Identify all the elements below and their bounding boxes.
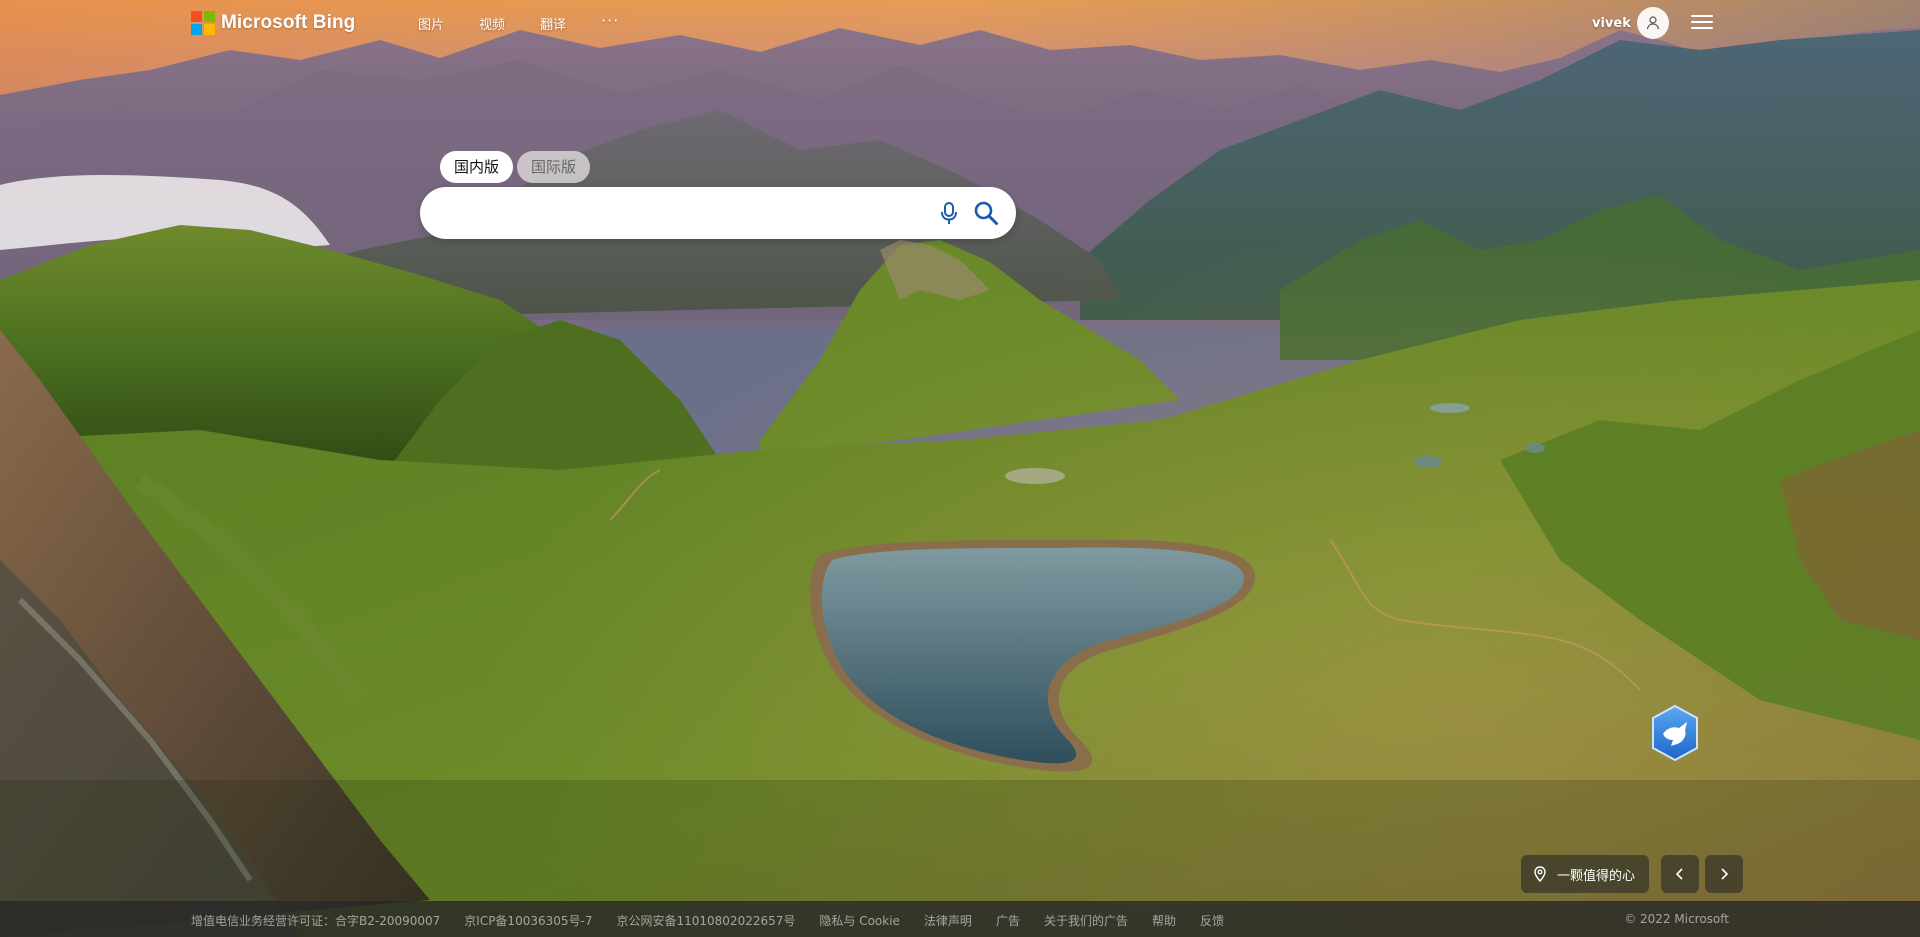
microsoft-logo-icon	[191, 11, 215, 35]
chevron-left-icon	[1675, 868, 1683, 880]
nav-more-button[interactable]: ···	[601, 11, 619, 30]
image-location-button[interactable]: 一颗值得的心	[1521, 855, 1650, 893]
nav-translate[interactable]: 翻译	[540, 14, 566, 33]
footer-license-text: 增值电信业务经营许可证：合字B2-20090007	[191, 914, 441, 928]
footer-link-help[interactable]: 帮助	[1152, 912, 1176, 929]
tab-domestic[interactable]: 国内版	[440, 151, 514, 183]
footer-link-legal[interactable]: 法律声明	[924, 912, 972, 929]
bird-hexagon-icon[interactable]	[1649, 704, 1701, 762]
header: Microsoft Bing 图片 视频 翻译 ··· vivek	[0, 0, 1920, 46]
search-box	[420, 187, 1016, 239]
next-image-button[interactable]	[1705, 855, 1743, 893]
footer-link-icp[interactable]: 京ICP备10036305号-7	[464, 912, 592, 929]
hamburger-menu-icon[interactable]	[1691, 12, 1713, 32]
footer-links: 增值电信业务经营许可证：合字B2-20090007 京ICP备10036305号…	[191, 912, 1224, 929]
bing-homepage: Microsoft Bing 图片 视频 翻译 ··· vivek 国内版 国际…	[0, 0, 1920, 937]
background-landscape-image	[0, 0, 1920, 937]
microphone-icon[interactable]	[936, 200, 962, 226]
footer-link-ads[interactable]: 广告	[996, 912, 1020, 929]
copyright-text: © 2022 Microsoft	[1624, 912, 1729, 926]
nav-videos[interactable]: 视频	[479, 14, 505, 33]
account-name: vivek	[1592, 15, 1631, 31]
account-button[interactable]: vivek	[1592, 7, 1669, 39]
search-scope-tabs: 国内版 国际版	[440, 151, 591, 183]
nav-images[interactable]: 图片	[418, 14, 444, 33]
footer-link-privacy[interactable]: 隐私与 Cookie	[819, 912, 900, 929]
chevron-right-icon	[1721, 868, 1729, 880]
footer-link-police-record[interactable]: 京公网安备11010802022657号	[616, 912, 795, 929]
footer-link-feedback[interactable]: 反馈	[1200, 912, 1224, 929]
map-pin-icon	[1534, 866, 1546, 882]
bing-logo[interactable]: Microsoft Bing	[191, 11, 355, 35]
tab-international[interactable]: 国际版	[517, 151, 591, 183]
person-icon	[1646, 16, 1659, 30]
previous-image-button[interactable]	[1661, 855, 1699, 893]
logo-text: Microsoft Bing	[221, 12, 356, 33]
avatar	[1636, 7, 1669, 39]
top-nav: 图片 视频 翻译 ···	[418, 11, 654, 33]
footer: 增值电信业务经营许可证：合字B2-20090007 京ICP备10036305号…	[0, 901, 1920, 937]
search-icon[interactable]	[972, 199, 1000, 227]
footer-link-about-ads[interactable]: 关于我们的广告	[1044, 912, 1128, 929]
image-location-label: 一颗值得的心	[1557, 868, 1636, 884]
search-input[interactable]	[442, 199, 926, 229]
